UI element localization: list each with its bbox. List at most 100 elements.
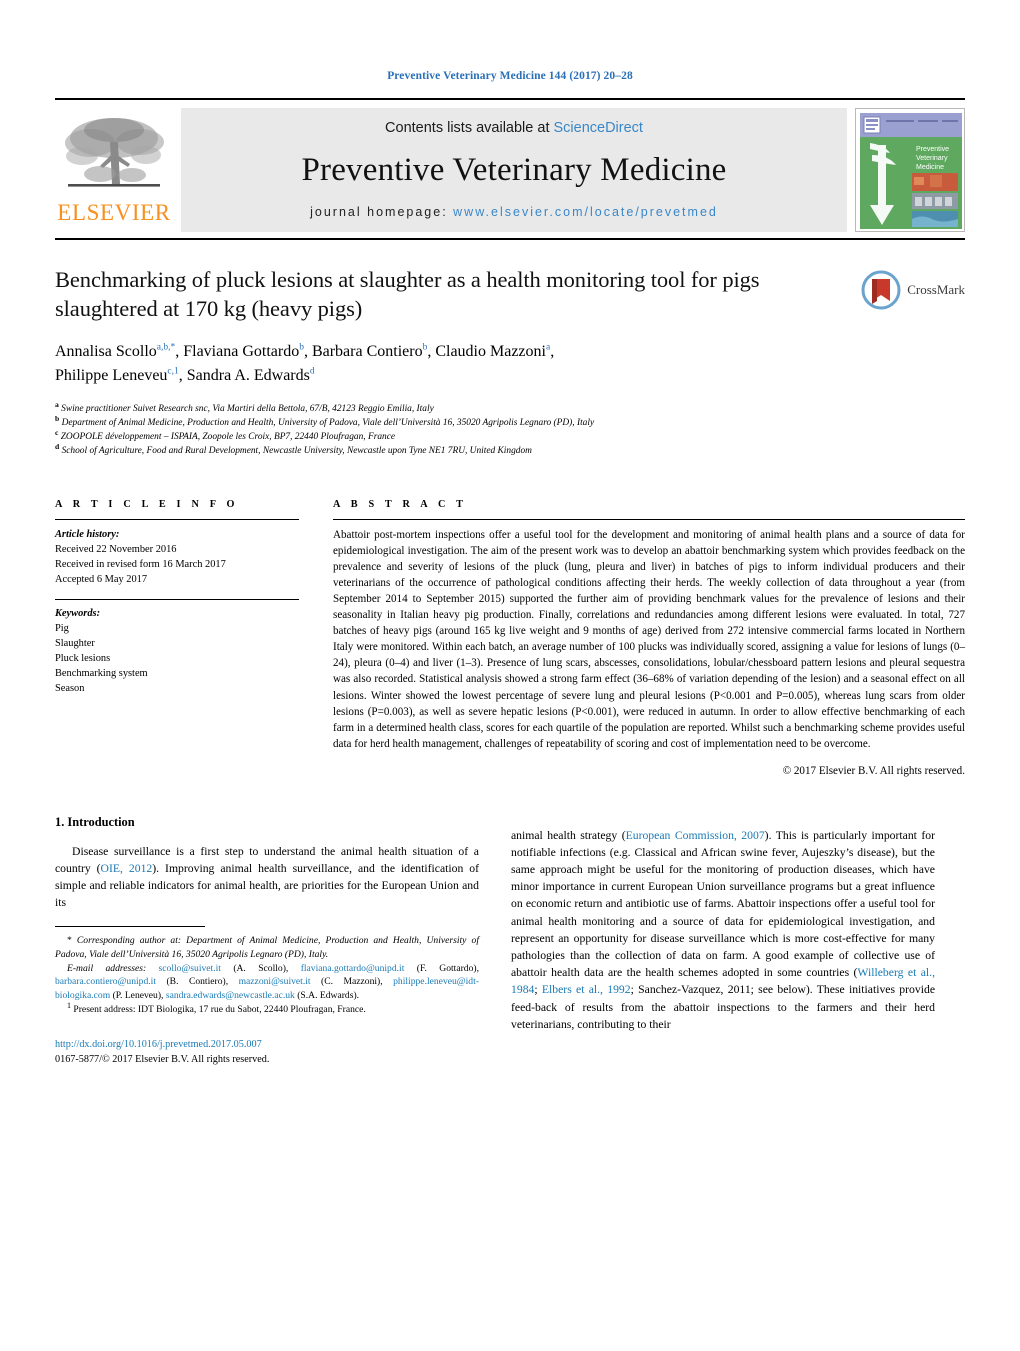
journal-masthead: ELSEVIER Contents lists available at Sci…: [55, 98, 965, 240]
email-owner: (P. Leneveu),: [112, 990, 164, 1002]
present-address-text: Present address: IDT Biologika, 17 rue d…: [73, 1004, 366, 1016]
intro-right-part1: animal health strategy (: [511, 828, 626, 842]
email-link[interactable]: scollo@suivet.it: [159, 963, 221, 974]
contents-available-line: Contents lists available at ScienceDirec…: [385, 120, 643, 136]
corresponding-text: Corresponding author at: Department of A…: [55, 934, 479, 960]
affiliation-item: a Swine practitioner Suivet Research snc…: [55, 399, 965, 416]
intro-paragraph-right: animal health strategy (European Commiss…: [511, 827, 935, 1033]
intro-right-part2: ). This is particularly important for no…: [511, 828, 936, 980]
issn-copyright-line: 0167-5877/© 2017 Elsevier B.V. All right…: [55, 1054, 270, 1066]
masthead-center: Contents lists available at ScienceDirec…: [181, 108, 847, 232]
author-entry: Sandra A. Edwardsd: [187, 367, 315, 384]
section-title-introduction: 1. Introduction: [55, 814, 135, 829]
crossmark-icon: [861, 270, 901, 310]
author-entry: Flaviana Gottardob: [183, 343, 304, 360]
affiliation-mark: d: [55, 442, 60, 452]
crossmark-badge[interactable]: CrossMark: [861, 270, 965, 310]
affiliation-item: d School of Agriculture, Food and Rural …: [55, 442, 965, 458]
keywords-rule: [55, 598, 299, 600]
author-sep: ,: [178, 366, 187, 384]
email-label: E-mail addresses:: [67, 962, 147, 974]
article-info-heading: A R T I C L E I N F O: [55, 498, 239, 510]
title-block: CrossMark Benchmarking of pluck lesions …: [55, 266, 965, 459]
affiliation-mark: c: [55, 428, 59, 438]
affiliation-text: School of Agriculture, Food and Rural De…: [61, 446, 532, 457]
citation-link-oie[interactable]: OIE, 2012: [101, 862, 153, 875]
body-column-right: animal health strategy (European Commiss…: [511, 815, 935, 1068]
article-history-block: Article history: Received 22 November 20…: [55, 527, 299, 588]
abstract-copyright: © 2017 Elsevier B.V. All rights reserved…: [782, 764, 965, 777]
affiliation-item: c ZOOPOLE développement – ISPAIA, Zoopol…: [55, 428, 965, 444]
affiliation-mark: a: [55, 399, 59, 409]
journal-homepage-line: journal homepage: www.elsevier.com/locat…: [310, 205, 718, 219]
email-owner: (C. Mazzoni),: [321, 976, 383, 988]
info-and-abstract: A R T I C L E I N F O Article history: R…: [55, 499, 965, 777]
author-entry: Claudio Mazzonia: [435, 343, 550, 360]
author-entry: Philippe Leneveuc,1: [55, 367, 179, 384]
affiliation-text: Swine practitioner Suivet Research snc, …: [61, 403, 434, 414]
keywords-label: Keywords:: [55, 607, 101, 619]
abstract-rule: [333, 518, 965, 520]
footnote-present-address: 1 Present address: IDT Biologika, 17 rue…: [55, 1002, 479, 1017]
author-name: Annalisa Scollo: [55, 342, 157, 360]
author-list: Annalisa Scolloa,b,*, Flaviana Gottardob…: [55, 340, 845, 388]
keyword-item: Pluck lesions: [55, 653, 111, 665]
citation-separator: ;: [534, 983, 542, 997]
keyword-item: Benchmarking system: [55, 668, 148, 680]
homepage-url-link[interactable]: www.elsevier.com/locate/prevetmed: [453, 205, 718, 219]
author-entry: Barbara Contierob: [312, 343, 427, 360]
body-columns: 1. Introduction Disease surveillance is …: [55, 815, 965, 1068]
elsevier-tree-icon: [65, 118, 164, 187]
author-name: Barbara Contiero: [311, 342, 423, 360]
author-sep: ,: [303, 342, 312, 360]
keyword-item: Season: [55, 683, 85, 695]
journal-title: Preventive Veterinary Medicine: [301, 152, 727, 188]
author-marks: d: [309, 366, 315, 377]
abstract-text: Abattoir post-mortem inspections offer a…: [333, 528, 965, 750]
email-owner: (S.A. Edwards).: [297, 990, 360, 1002]
keywords-block: Keywords: Pig Slaughter Pluck lesions Be…: [55, 606, 299, 697]
keyword-item: Pig: [55, 622, 69, 634]
email-link[interactable]: sandra.edwards@newcastle.ac.uk: [166, 990, 295, 1001]
journal-article-page: Preventive Veterinary Medicine 144 (2017…: [0, 0, 1020, 1351]
email-owner: (A. Scollo),: [233, 962, 289, 974]
intro-paragraph-left: Disease surveillance is a first step to …: [55, 843, 479, 912]
running-head: Preventive Veterinary Medicine 144 (2017…: [387, 70, 633, 82]
email-link[interactable]: mazzoni@suivet.it: [239, 976, 311, 987]
footnote-emails: E-mail addresses: scollo@suivet.it (A. S…: [55, 962, 479, 1004]
abstract-column: A B S T R A C T Abattoir post-mortem ins…: [333, 499, 965, 777]
elsevier-wordmark: ELSEVIER: [57, 200, 171, 225]
author-name: Flaviana Gottardo: [183, 342, 300, 360]
footnote-block: * Corresponding author at: Department of…: [55, 934, 479, 1017]
sciencedirect-link[interactable]: ScienceDirect: [554, 120, 643, 136]
citation-link-european-commission[interactable]: European Commission, 2007: [626, 829, 765, 842]
crossmark-label: CrossMark: [907, 282, 965, 297]
footnote-corresponding-author: * Corresponding author at: Department of…: [55, 934, 479, 962]
author-marks: c,1: [167, 366, 179, 377]
email-link[interactable]: barbara.contiero@unipd.it: [55, 976, 156, 987]
author-marks: a,b,*: [156, 342, 176, 353]
elsevier-logo: ELSEVIER: [55, 108, 173, 232]
history-item: Accepted 6 May 2017: [55, 574, 148, 586]
author-name: Philippe Leneveu: [55, 366, 168, 384]
email-owner: (F. Gottardo),: [416, 962, 479, 974]
email-link[interactable]: flaviana.gottardo@unipd.it: [301, 963, 405, 974]
doi-link[interactable]: http://dx.doi.org/10.1016/j.prevetmed.20…: [55, 1037, 479, 1052]
article-history-label: Article history:: [55, 528, 120, 540]
author-name: Sandra A. Edwards: [186, 366, 310, 384]
citation-link-elbers[interactable]: Elbers et al., 1992: [542, 983, 631, 996]
journal-cover-thumbnail: Preventive Veterinary Medicine: [855, 108, 965, 232]
history-item: Received 22 November 2016: [55, 543, 177, 555]
history-item: Received in revised form 16 March 2017: [55, 559, 226, 571]
affiliation-text: ZOOPOLE développement – ISPAIA, Zoopole …: [60, 432, 396, 443]
author-name: Claudio Mazzoni: [435, 342, 546, 360]
article-info-column: A R T I C L E I N F O Article history: R…: [55, 499, 299, 777]
page-title: Benchmarking of pluck lesions at slaught…: [55, 267, 760, 321]
affiliation-item: b Department of Animal Medicine, Product…: [55, 413, 965, 430]
masthead-bottom-rule: [55, 238, 965, 240]
affiliation-list: a Swine practitioner Suivet Research snc…: [55, 399, 965, 459]
journal-cover-art: Preventive Veterinary Medicine: [856, 109, 964, 231]
affiliation-mark: b: [55, 413, 60, 423]
author-sep: ,: [550, 342, 555, 360]
body-column-left: 1. Introduction Disease surveillance is …: [55, 815, 479, 1068]
